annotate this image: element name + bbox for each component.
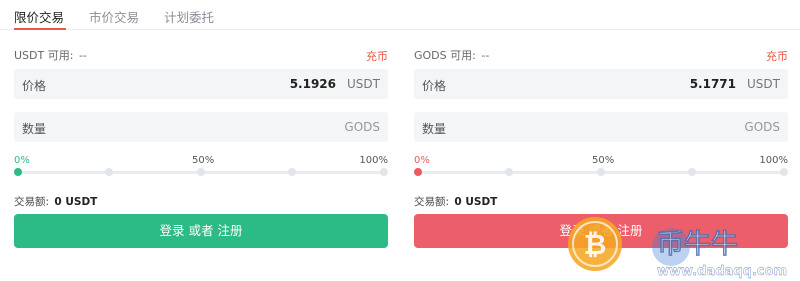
trade-amount-value: 0 USDT [54,196,98,208]
quantity-input[interactable]: 数量 GODS [414,112,788,142]
quantity-label: 数量 [22,122,47,136]
trade-amount-value: 0 USDT [454,196,498,208]
price-value: 5.1771 [689,77,736,91]
available-balance: GODS 可用: -- [414,47,489,63]
available-value: -- [481,49,490,62]
trade-amount-label: 交易额: [14,196,50,208]
trade-amount: 交易额: 0 USDT [414,194,497,209]
amount-slider[interactable]: 0% 50% 100% [14,155,388,179]
slider-step-75[interactable] [288,168,296,176]
slider-step-75[interactable] [688,168,696,176]
slider-label-50: 50% [192,155,215,166]
price-label: 价格 [22,79,47,93]
price-value: 5.1926 [289,77,336,91]
quantity-label: 数量 [422,122,447,136]
watermark-logo: ₿ 币牛牛 www.dadaqq.com [568,217,787,279]
slider-label-100: 100% [759,155,788,166]
slider-label-0: 0% [14,155,30,166]
recharge-link[interactable]: 充币 [766,48,788,64]
available-label: GODS 可用: [414,49,476,62]
tab-plan-order[interactable]: 计划委托 [164,7,214,26]
slider-step-25[interactable] [505,168,513,176]
available-value: -- [78,49,87,62]
trade-amount-label: 交易额: [414,196,450,208]
price-label: 价格 [422,79,447,93]
available-balance: USDT 可用: -- [14,47,87,63]
slider-step-50[interactable] [197,168,205,176]
slider-label-50: 50% [592,155,615,166]
amount-slider[interactable]: 0% 50% 100% [414,155,788,179]
slider-label-100: 100% [359,155,388,166]
tab-market-order[interactable]: 市价交易 [89,7,139,26]
watermark-brand-text: 币牛牛 [657,229,738,260]
buy-login-register-button[interactable]: 登录 或者 注册 [14,214,388,248]
slider-step-100[interactable] [380,168,388,176]
price-unit: USDT [747,77,780,91]
buy-panel: USDT 可用: -- 充币 价格 5.1926 USDT 数量 GODS 0%… [14,30,388,281]
quantity-input[interactable]: 数量 GODS [14,112,388,142]
slider-handle[interactable] [414,168,422,176]
slider-step-50[interactable] [597,168,605,176]
available-label: USDT 可用: [14,49,74,62]
price-unit: USDT [347,77,380,91]
slider-step-25[interactable] [105,168,113,176]
quantity-unit: GODS [744,120,780,134]
quantity-unit: GODS [344,120,380,134]
svg-text:₿: ₿ [584,228,607,261]
tab-limit-order[interactable]: 限价交易 [14,7,64,26]
order-type-tabs: 限价交易 市价交易 计划委托 [0,0,800,30]
slider-step-100[interactable] [780,168,788,176]
slider-label-0: 0% [414,155,430,166]
recharge-link[interactable]: 充币 [366,48,388,64]
trade-amount: 交易额: 0 USDT [14,194,97,209]
slider-handle[interactable] [14,168,22,176]
price-input[interactable]: 价格 5.1926 USDT [14,69,388,99]
watermark-url-text: www.dadaqq.com [657,264,787,279]
price-input[interactable]: 价格 5.1771 USDT [414,69,788,99]
